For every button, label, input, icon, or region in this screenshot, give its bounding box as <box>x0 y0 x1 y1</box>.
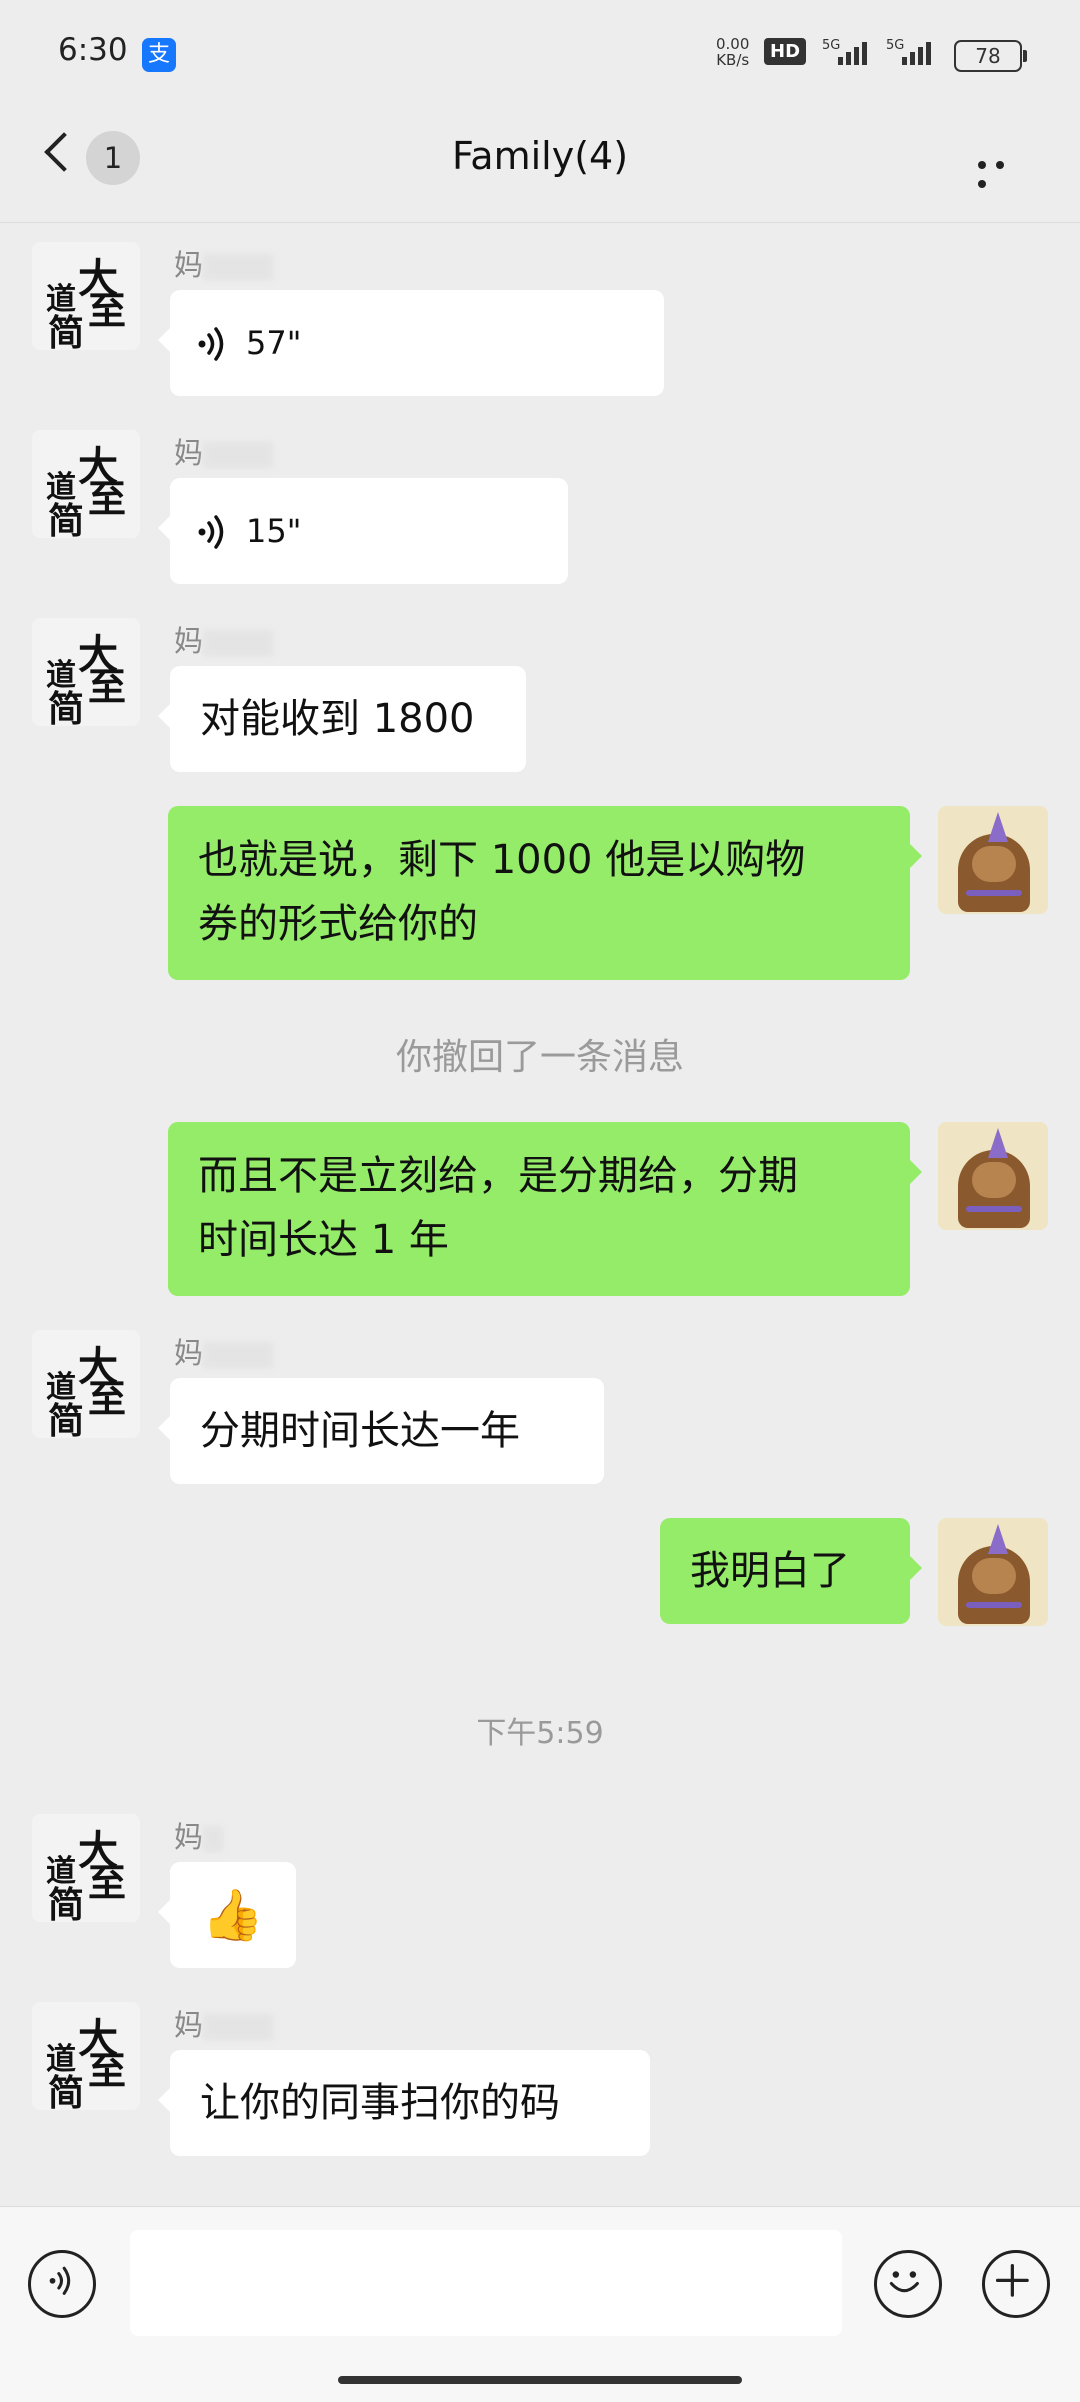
sender-name: 妈 <box>174 2002 274 2044</box>
my-avatar[interactable] <box>938 1518 1048 1626</box>
message-line: 也就是说，剩下 1000 他是以购物 <box>198 837 806 883</box>
voice-icon <box>198 327 224 361</box>
message-line: 时间长达 1 年 <box>198 1217 449 1263</box>
voice-duration: 57" <box>246 324 302 362</box>
recall-notice: 你撤回了一条消息 <box>395 1037 684 1078</box>
voice-duration: 15" <box>246 512 302 550</box>
my-avatar[interactable] <box>938 1122 1048 1230</box>
my-text-message[interactable]: 也就是说，剩下 1000 他是以购物 券的形式给你的 <box>168 806 922 980</box>
message-input[interactable] <box>130 2230 842 2336</box>
message-line: 而且不是立刻给，是分期给，分期 <box>198 1153 798 1199</box>
voice-icon <box>198 515 224 549</box>
status-bar: 6:30 支 0.00 KB/s HD 5G 5G 78 <box>0 0 1080 108</box>
signal-icon-2 <box>902 42 934 70</box>
text-message[interactable]: 对能收到 1800 <box>158 666 526 772</box>
sender-name: 妈 <box>174 430 274 472</box>
avatar-calligraphy: 大至道简 <box>46 2015 127 2110</box>
chat-title: Family(4) <box>451 134 629 178</box>
timestamp: 下午5:59 <box>476 1716 604 1751</box>
text-message[interactable]: 分期时间长达一年 <box>158 1378 604 1484</box>
sender-name: 妈 <box>174 618 274 660</box>
emoji-icon[interactable] <box>874 2250 942 2318</box>
avatar[interactable]: 大至道简 <box>32 1330 140 1438</box>
avatar[interactable]: 大至道简 <box>32 618 140 726</box>
avatar-calligraphy: 大至道简 <box>46 631 127 726</box>
status-time: 6:30 <box>58 32 128 68</box>
voice-input-icon[interactable] <box>28 2250 96 2318</box>
avatar-calligraphy: 大至道简 <box>46 1343 127 1438</box>
signal-icon-1 <box>838 42 870 70</box>
avatar-calligraphy: 大至道简 <box>46 1827 127 1922</box>
battery-icon: 78 <box>954 40 1027 72</box>
more-icon[interactable] <box>978 154 1028 188</box>
net-speed: 0.00 KB/s <box>716 36 749 68</box>
sender-name: 妈 <box>174 1814 224 1856</box>
my-text-message[interactable]: 我明白了 <box>660 1518 922 1624</box>
sender-name: 妈 <box>174 1330 274 1372</box>
sender-name: 妈 <box>174 242 274 284</box>
home-indicator[interactable] <box>338 2376 742 2384</box>
voice-message[interactable]: 15" <box>158 478 568 584</box>
avatar[interactable]: 大至道简 <box>32 1814 140 1922</box>
avatar[interactable]: 大至道简 <box>32 242 140 350</box>
avatar-calligraphy: 大至道简 <box>46 255 127 350</box>
alipay-icon: 支 <box>142 38 176 72</box>
net-speed-unit: KB/s <box>716 51 750 69</box>
avatar[interactable]: 大至道简 <box>32 2002 140 2110</box>
add-icon[interactable] <box>982 2250 1050 2318</box>
message-line: 券的形式给你的 <box>198 901 478 947</box>
text-message[interactable]: 让你的同事扫你的码 <box>158 2050 650 2156</box>
hd-icon: HD <box>764 38 807 65</box>
emoji-message[interactable]: 👍 <box>158 1862 296 1968</box>
avatar-calligraphy: 大至道简 <box>46 443 127 538</box>
voice-message[interactable]: 57" <box>158 290 664 396</box>
avatar[interactable]: 大至道简 <box>32 430 140 538</box>
my-avatar[interactable] <box>938 806 1048 914</box>
my-text-message[interactable]: 而且不是立刻给，是分期给，分期 时间长达 1 年 <box>168 1122 922 1296</box>
